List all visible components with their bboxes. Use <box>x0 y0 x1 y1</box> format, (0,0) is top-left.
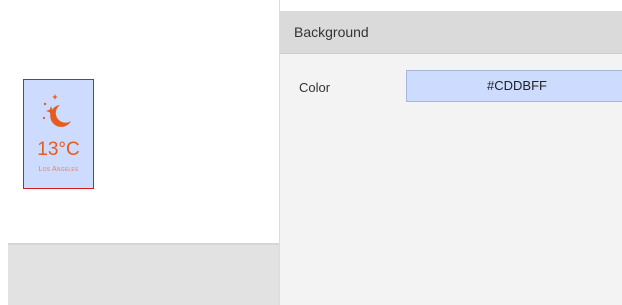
color-property-label: Color <box>299 80 331 95</box>
properties-panel: Background Color #CDDBFF <box>279 0 622 305</box>
weather-widget[interactable]: 13°C Los Angeles <box>23 79 94 189</box>
city-label: Los Angeles <box>38 166 79 173</box>
design-canvas[interactable]: 13°C Los Angeles <box>0 0 279 305</box>
panel-topbar <box>280 0 622 11</box>
canvas-bottom-area <box>8 245 279 305</box>
color-value-field[interactable]: #CDDBFF <box>406 70 622 102</box>
temperature-label: 13°C <box>37 139 80 160</box>
section-title: Background <box>294 24 369 40</box>
background-section-header[interactable]: Background <box>280 11 622 54</box>
moon-stars-icon <box>42 94 71 127</box>
